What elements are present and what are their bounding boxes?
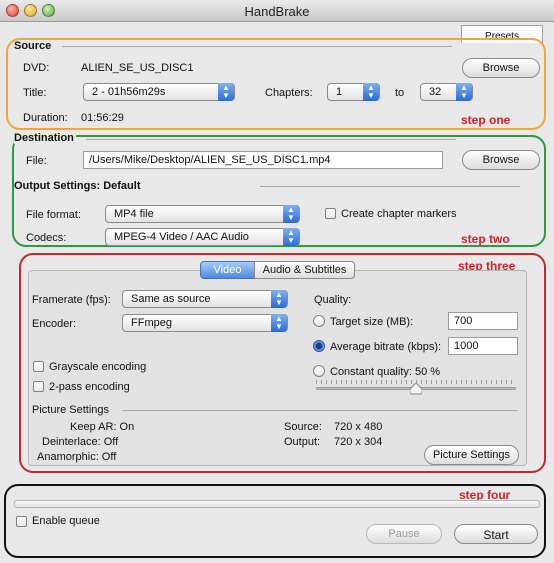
chapter-end-select[interactable]: 32 ▲ ▼ xyxy=(420,83,473,101)
title-label: Title: xyxy=(23,87,47,99)
select-arrows-icon: ▲ ▼ xyxy=(283,228,299,246)
chapter-start-select[interactable]: 1 ▲ ▼ xyxy=(327,83,380,101)
source-browse-button[interactable]: Browse xyxy=(462,58,540,78)
constant-quality-label: Constant quality: 50 % xyxy=(330,366,441,378)
source-res-label: Source: xyxy=(284,421,322,433)
to-label: to xyxy=(395,87,405,99)
picture-settings-divider xyxy=(122,410,518,411)
source-res-value: 720 x 480 xyxy=(334,421,383,433)
keep-ar-text: Keep AR: On xyxy=(70,421,135,433)
chapter-markers-checkbox[interactable] xyxy=(325,208,336,219)
encoder-label: Encoder: xyxy=(32,318,77,330)
anamorphic-text: Anamorphic: Off xyxy=(37,451,117,463)
start-button[interactable]: Start xyxy=(454,524,538,544)
enable-queue-checkbox[interactable] xyxy=(16,516,27,527)
grayscale-checkbox[interactable] xyxy=(33,361,44,372)
select-arrows-icon: ▲ ▼ xyxy=(218,83,234,101)
average-bitrate-label: Average bitrate (kbps): xyxy=(330,341,442,353)
duration-value: 01:56:29 xyxy=(81,112,124,124)
framerate-value: Same as source xyxy=(131,293,211,305)
destination-browse-button[interactable]: Browse xyxy=(462,150,540,170)
step-one-label: step one xyxy=(461,113,511,127)
framerate-label: Framerate (fps): xyxy=(32,294,111,306)
chapter-end-value: 32 xyxy=(429,86,442,98)
destination-divider xyxy=(86,139,456,140)
encoder-value: FFmpeg xyxy=(131,317,172,329)
title-select-value: 2 - 01h56m29s xyxy=(92,86,166,98)
select-arrows-icon: ▲ ▼ xyxy=(283,205,299,223)
select-arrows-icon: ▲ ▼ xyxy=(363,83,379,101)
file-format-select[interactable]: MP4 file ▲ ▼ xyxy=(105,205,300,223)
pause-button[interactable]: Pause xyxy=(366,524,442,544)
target-size-label: Target size (MB): xyxy=(330,316,414,328)
window-title: HandBrake xyxy=(244,4,310,19)
tab-video[interactable]: Video xyxy=(200,261,255,279)
chapter-markers-label: Create chapter markers xyxy=(341,208,457,220)
source-divider xyxy=(62,46,452,47)
codecs-select[interactable]: MPEG-4 Video / AAC Audio ▲ ▼ xyxy=(105,228,300,246)
deinterlace-text: Deinterlace: Off xyxy=(42,436,119,448)
tab-audio-subtitles[interactable]: Audio & Subtitles xyxy=(254,261,355,279)
file-label: File: xyxy=(26,155,47,167)
handbrake-window: HandBrake Presets Source DVD: ALIEN_SE_U… xyxy=(0,0,554,563)
select-arrows-icon: ▲ ▼ xyxy=(271,314,287,332)
average-bitrate-radio[interactable] xyxy=(313,340,325,352)
chapter-start-value: 1 xyxy=(336,86,343,98)
quality-label: Quality: xyxy=(314,294,352,306)
file-format-label: File format: xyxy=(26,209,82,221)
target-size-radio[interactable] xyxy=(313,315,325,327)
progress-bar xyxy=(14,500,540,508)
file-format-value: MP4 file xyxy=(114,208,154,220)
duration-label: Duration: xyxy=(23,112,68,124)
title-select[interactable]: 2 - 01h56m29s ▲ ▼ xyxy=(83,83,235,101)
target-size-field[interactable]: 700 xyxy=(448,312,518,330)
output-settings-divider xyxy=(260,186,520,187)
codecs-label: Codecs: xyxy=(26,232,67,244)
picture-settings-button[interactable]: Picture Settings xyxy=(424,445,519,465)
select-arrows-icon: ▲ ▼ xyxy=(271,290,287,308)
select-arrows-icon: ▲ ▼ xyxy=(456,83,472,101)
dvd-value: ALIEN_SE_US_DISC1 xyxy=(81,62,194,74)
output-res-value: 720 x 304 xyxy=(334,436,383,448)
grayscale-label: Grayscale encoding xyxy=(49,361,147,373)
framerate-select[interactable]: Same as source ▲ ▼ xyxy=(122,290,288,308)
picture-settings-heading: Picture Settings xyxy=(32,404,110,416)
title-bar: HandBrake xyxy=(0,0,554,22)
dvd-label: DVD: xyxy=(23,62,50,74)
step-two-label: step two xyxy=(461,232,510,246)
codecs-value: MPEG-4 Video / AAC Audio xyxy=(114,231,249,243)
chapters-label: Chapters: xyxy=(265,87,313,99)
output-res-label: Output: xyxy=(284,436,321,448)
constant-quality-radio[interactable] xyxy=(313,365,325,377)
source-heading: Source xyxy=(14,40,52,52)
two-pass-checkbox[interactable] xyxy=(33,381,44,392)
quality-slider-thumb[interactable] xyxy=(409,382,423,395)
two-pass-label: 2-pass encoding xyxy=(49,381,130,393)
enable-queue-label: Enable queue xyxy=(32,515,100,527)
encoder-select[interactable]: FFmpeg ▲ ▼ xyxy=(122,314,288,332)
output-settings-heading: Output Settings: Default xyxy=(14,180,141,192)
average-bitrate-field[interactable]: 1000 xyxy=(448,337,518,355)
destination-file-field[interactable]: /Users/Mike/Desktop/ALIEN_SE_US_DISC1.mp… xyxy=(83,151,443,169)
destination-heading: Destination xyxy=(14,132,76,144)
